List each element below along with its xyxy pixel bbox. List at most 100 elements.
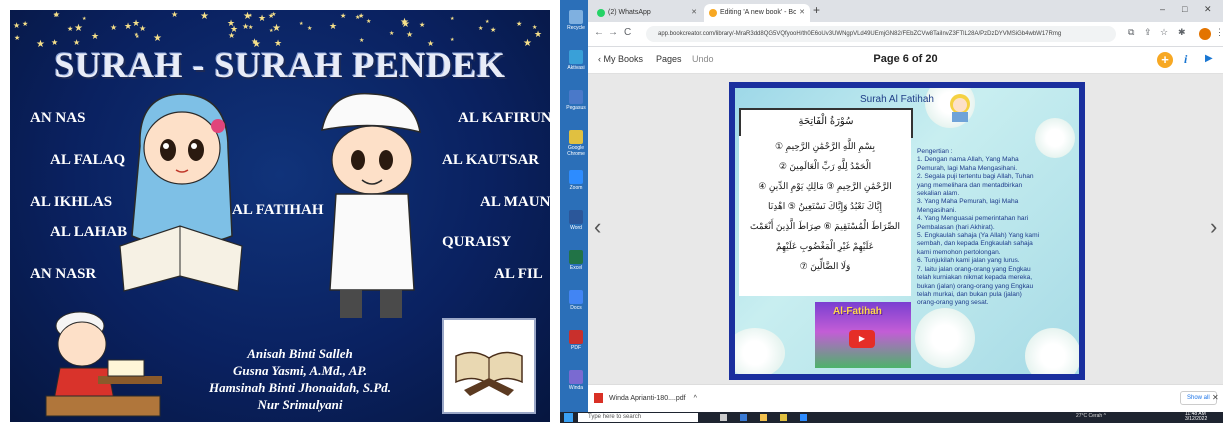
my-books-link[interactable]: ‹ My Books [598,54,643,64]
pdf-file-icon [594,393,603,403]
boy-illustration [321,92,421,318]
previous-page-arrow-icon[interactable]: ‹ [594,214,601,240]
star-decoration: ★ [22,21,29,28]
task-view-icon[interactable] [720,414,727,421]
desktop-shortcut[interactable]: Recycle [564,10,588,31]
meaning-line: 5. Engkaulah sahaja (Ya Allah) Yang kami [917,232,1040,240]
star-decoration: ★ [485,19,490,25]
page-title: Surah Al Fatihah [860,94,934,105]
desktop-shortcut-label: PDF [571,345,581,351]
play-button[interactable]: ▶ [1205,53,1213,64]
chrome-taskbar-icon[interactable] [780,414,787,421]
meaning-line: 2. Segala puji tertentu bagi Allah, Tuha… [917,173,1034,181]
desktop-shortcut[interactable]: Zoom [564,170,588,191]
windows-start-icon[interactable] [564,413,573,422]
star-decoration: ★ [67,26,74,33]
pages-button[interactable]: Pages [656,54,682,64]
taskbar-search-input[interactable]: Type here to search [578,413,698,422]
windows-desktop: Recycle Aktivasi Pegasus Google Chrome Zoom W… [560,0,1223,423]
embedded-video[interactable]: Al-Fatihah ▶ [815,302,911,368]
close-tab-icon[interactable]: ✕ [799,4,805,22]
star-decoration: ★ [230,24,239,34]
clock[interactable]: 11:48 AM 3/12/2022 [1185,412,1207,422]
flower-decoration [915,308,975,368]
close-download-bar-icon[interactable]: ✕ [1212,393,1219,402]
desktop-shortcut-icon [569,50,583,64]
close-tab-icon[interactable]: ✕ [691,4,697,22]
desktop-shortcut-icon [569,210,583,224]
desktop-shortcut-label: Pegasus [566,105,586,111]
menu-kebab-icon[interactable]: ⋮ [1215,27,1223,38]
book-creator-icon [709,9,717,17]
surah-label: AN NASR [30,266,97,282]
book-canvas: ‹ › Surah Al Fatihah سُوْرَةُ الْفَاتِحَ… [588,74,1223,384]
star-decoration: ★ [534,29,543,39]
url-input[interactable]: app.bookcreator.com/library/-MraR3dd8QG5… [646,26,1116,42]
star-decoration: ★ [200,11,209,22]
desktop-shortcut[interactable]: PDF [564,330,588,351]
desktop-shortcut-icon [569,290,583,304]
desktop-shortcut-label: Recycle [567,25,585,31]
star-decoration: ★ [406,30,414,39]
youtube-play-icon[interactable]: ▶ [849,330,875,348]
desktop-shortcut-label: Google Chrome [567,145,585,157]
star-decoration: ★ [366,19,372,25]
maximize-button[interactable]: □ [1182,4,1187,14]
page-indicator: Page 6 of 20 [873,53,938,65]
file-explorer-icon[interactable] [760,414,767,421]
desktop-shortcut-icon [569,330,583,344]
star-decoration: ★ [242,22,250,31]
chrome-window: (2) WhatsApp ✕ Editing 'A new book' - Bo… [588,0,1223,413]
tab-whatsapp[interactable]: (2) WhatsApp ✕ [592,4,702,22]
download-bar: Winda Aprianti-180....pdf ^ Show all ✕ [588,384,1223,413]
weather-status[interactable]: 27°C Cerah ^ [1076,413,1106,419]
meaning-line: Pembalasan (hari Akhirat). [917,223,995,231]
meaning-line: 4. Yang Menguasai pemerintahan hari [917,215,1029,223]
bookmark-star-icon[interactable]: ☆ [1160,27,1168,38]
desktop-shortcut[interactable]: Pegasus [564,90,588,111]
add-button[interactable]: + [1157,52,1173,68]
desktop-shortcut[interactable]: Docs [564,290,588,311]
surah-label: AL IKHLAS [30,194,113,210]
desktop-shortcut[interactable]: Word [564,210,588,231]
minimize-button[interactable]: – [1160,4,1165,14]
download-item[interactable]: Winda Aprianti-180....pdf ^ [594,393,697,403]
star-decoration: ★ [401,19,410,30]
profile-avatar[interactable] [1199,28,1211,40]
desktop-shortcut-icon [569,170,583,184]
desktop-shortcut-icon [569,250,583,264]
book-page[interactable]: Surah Al Fatihah سُوْرَةُ الْفَاتِحَةِ ب… [729,82,1085,380]
new-tab-button[interactable]: + [813,3,820,17]
edge-icon[interactable] [740,414,747,421]
star-decoration: ★ [419,22,426,29]
star-decoration: ★ [516,21,523,28]
meaning-line: yang memelihara dan mentadbirkan [917,181,1023,189]
tab-book-creator[interactable]: Editing 'A new book' - Book Crea ✕ [704,4,810,22]
close-window-button[interactable]: ✕ [1204,4,1212,15]
star-decoration: ★ [258,13,267,23]
info-button[interactable]: i [1184,52,1187,67]
desktop-shortcut[interactable]: Excel [564,250,588,271]
extensions-icon[interactable]: ✱ [1178,27,1186,38]
star-decoration: ★ [153,33,162,44]
next-page-arrow-icon[interactable]: › [1210,214,1217,240]
back-icon[interactable]: ← [594,27,604,38]
meaning-line: 7. Iaitu jalan orang-orang yang Engkau [917,265,1031,273]
surah-label: AL KAFIRUN [458,110,550,126]
forward-icon[interactable]: → [608,27,618,38]
star-decoration: ★ [268,13,275,20]
zoom-taskbar-icon[interactable] [800,414,807,421]
chevron-up-icon[interactable]: ^ [694,395,697,402]
desktop-shortcut[interactable]: Google Chrome [564,130,588,157]
star-decoration: ★ [329,21,338,31]
address-bar-row: ← → C app.bookcreator.com/library/-MraR3… [588,22,1223,47]
undo-button[interactable]: Undo [692,54,714,64]
reload-icon[interactable]: C [624,27,631,38]
desktop-shortcut[interactable]: Aktivasi [564,50,588,71]
arabic-heading: سُوْرَةُ الْفَاتِحَةِ [739,108,913,138]
share-icon[interactable]: ⇪ [1144,27,1152,38]
cast-icon[interactable]: ⧉ [1128,27,1134,38]
desktop-shortcut[interactable]: Winda [564,370,588,391]
desktop-shortcut-icon [569,370,583,384]
star-decoration: ★ [243,11,252,22]
